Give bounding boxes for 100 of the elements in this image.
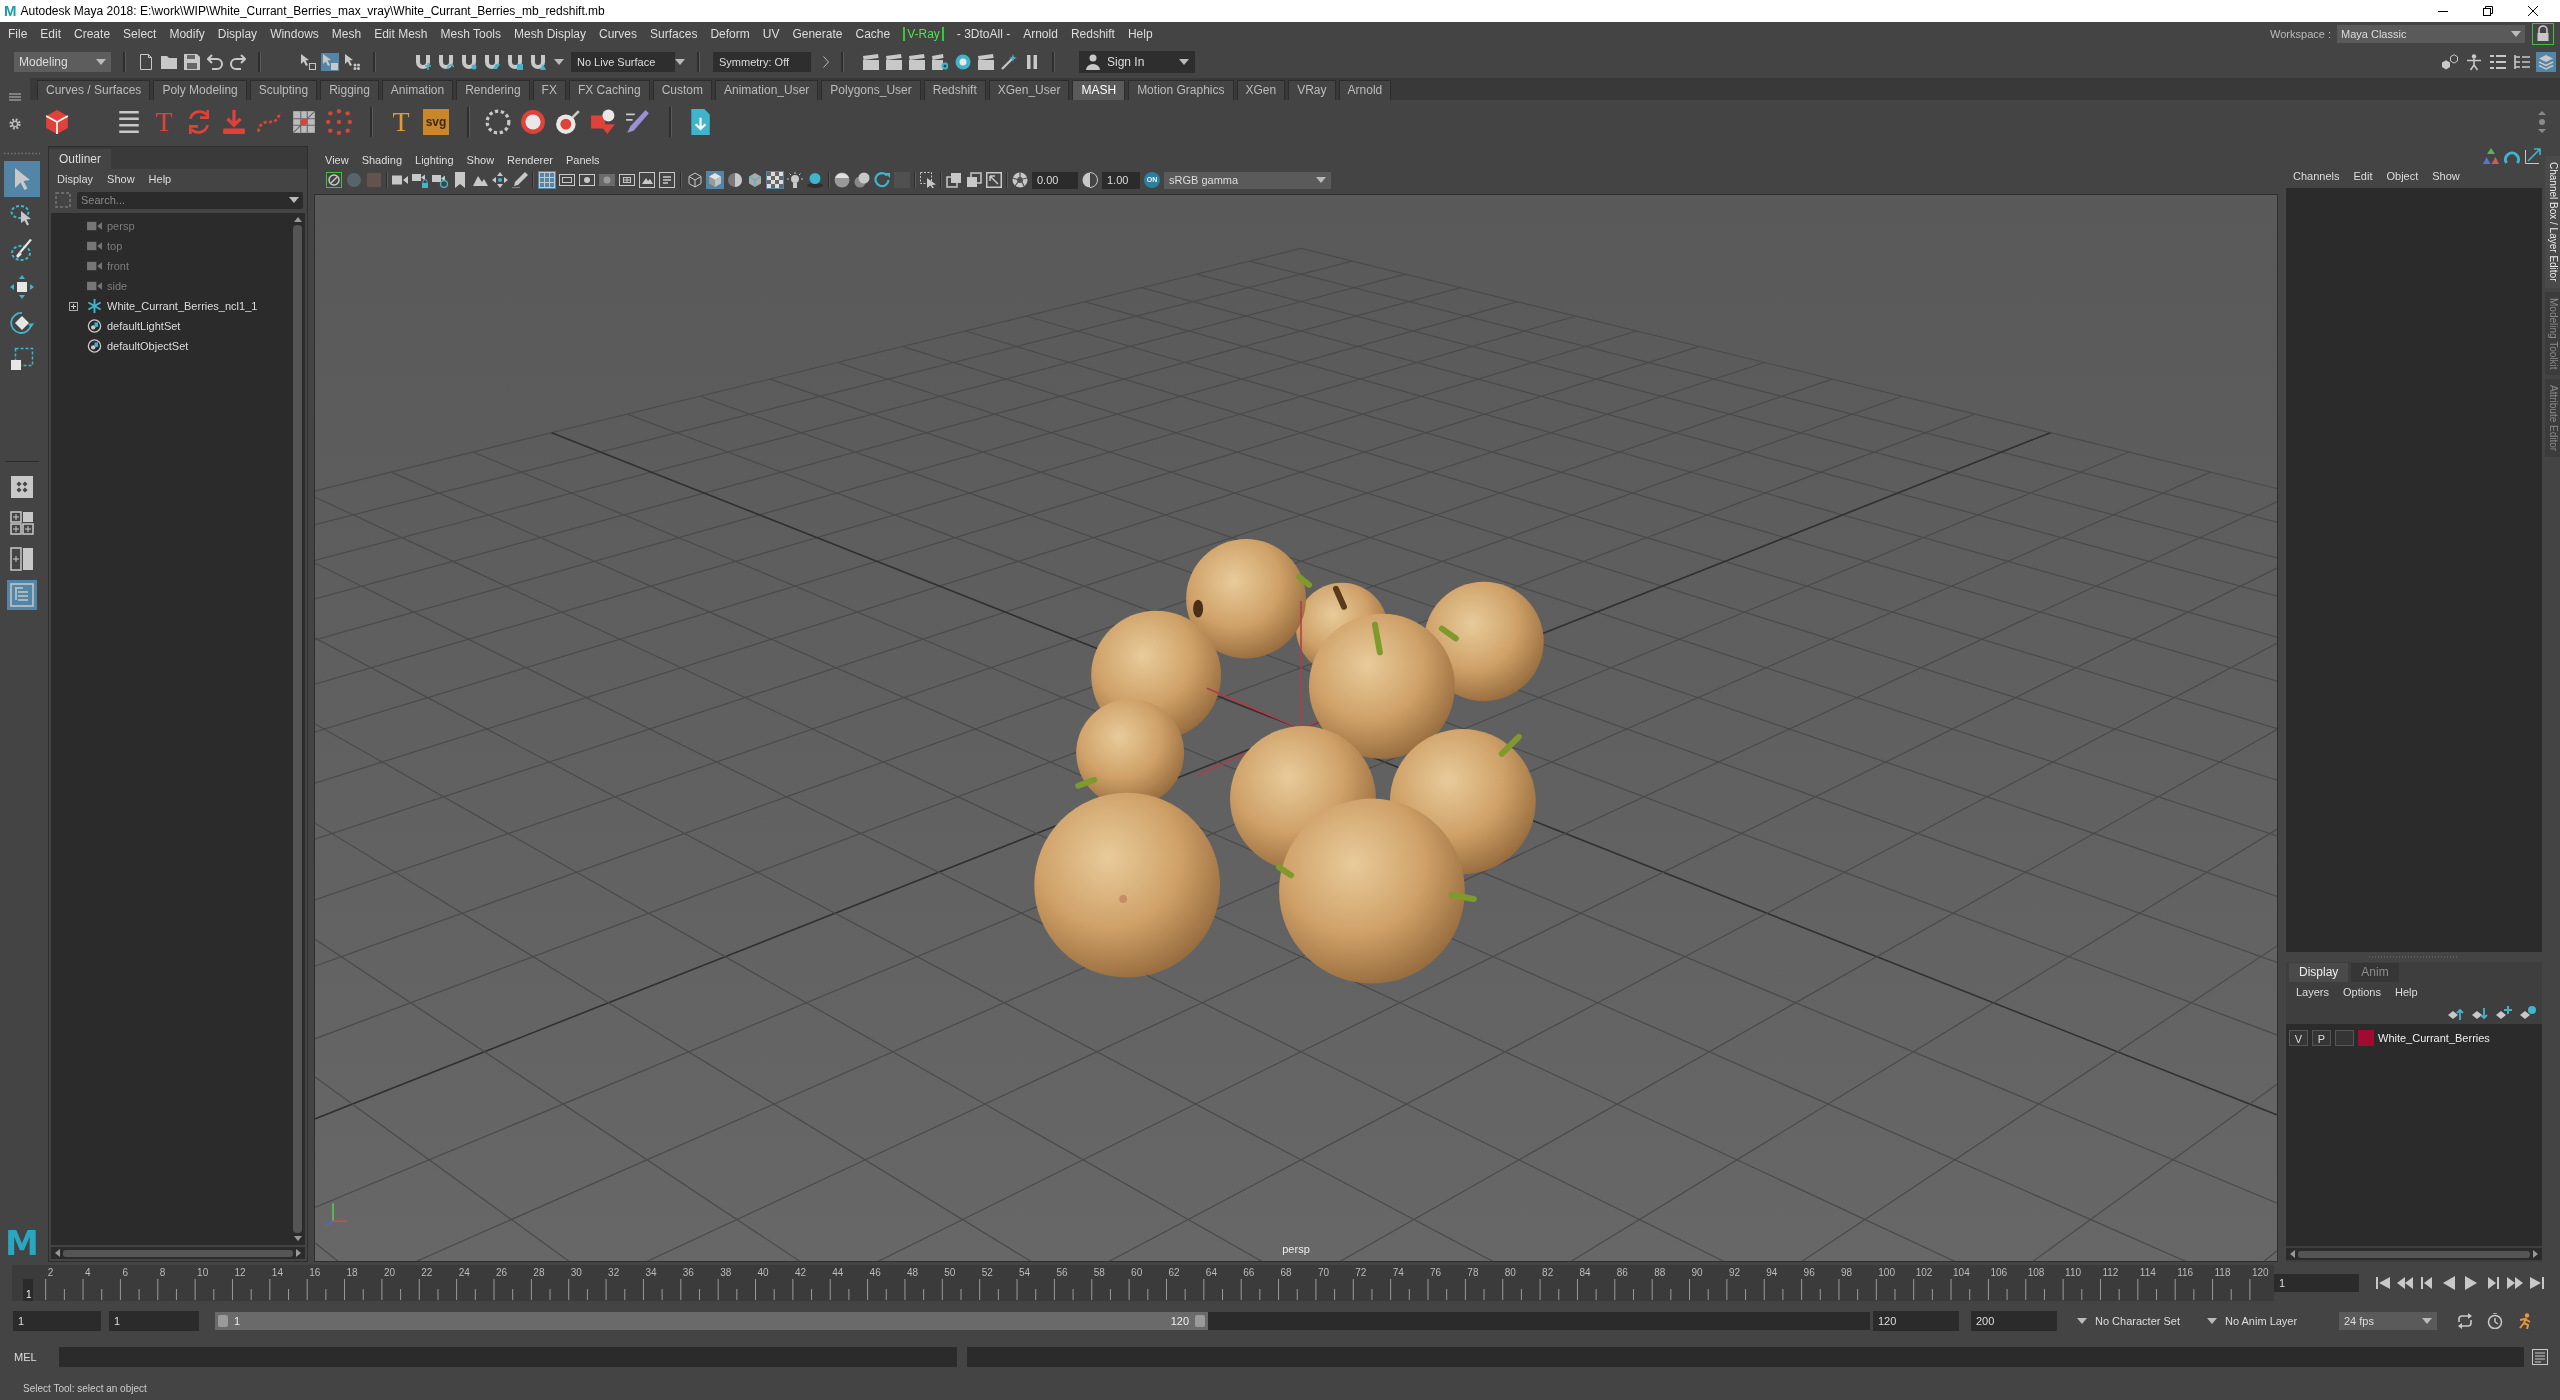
menu-item[interactable]: View xyxy=(325,154,349,166)
scrollbar-thumb[interactable] xyxy=(293,225,302,1233)
dashed-select-arrow-icon[interactable] xyxy=(920,172,936,188)
three-triangles-icon[interactable] xyxy=(2483,148,2499,164)
lock-icon[interactable] xyxy=(2532,23,2554,45)
grid-box-icon[interactable] xyxy=(291,109,317,135)
menu-item[interactable]: Display xyxy=(57,173,94,185)
menu-item[interactable]: Edit xyxy=(2353,170,2373,182)
shaded-cube-icon[interactable] xyxy=(706,171,724,189)
menu-item[interactable]: Curves xyxy=(599,27,638,41)
search-field[interactable]: Search... xyxy=(77,191,285,209)
menu-item[interactable]: Shading xyxy=(361,154,403,166)
scroll-left-icon[interactable] xyxy=(2290,1250,2295,1258)
outliner-item[interactable]: side xyxy=(107,280,128,292)
search-options-button[interactable] xyxy=(285,191,303,209)
checker-icon[interactable] xyxy=(766,171,784,189)
menu-item[interactable]: Deform xyxy=(710,27,750,41)
menu-set-dropdown[interactable]: Modeling xyxy=(14,52,111,72)
layer-editor-tab[interactable]: Anim xyxy=(2351,963,2399,982)
menu-item[interactable]: Show xyxy=(2432,170,2460,182)
overlapping-squares-icon[interactable] xyxy=(946,172,962,188)
menu-item[interactable]: Select xyxy=(123,27,157,41)
scrollbar-thumb[interactable] xyxy=(2298,1250,2530,1258)
shelf-tab[interactable]: FX Caching xyxy=(568,80,650,100)
tree-list-icon[interactable] xyxy=(2512,52,2532,72)
wireframe-cube-icon[interactable] xyxy=(686,171,704,189)
outliner-tab[interactable]: Outliner xyxy=(49,149,112,169)
magnet-icon[interactable] xyxy=(415,54,431,70)
scrollbar-thumb[interactable] xyxy=(63,1249,293,1257)
layout-button[interactable] xyxy=(7,508,37,538)
menu-item[interactable]: File xyxy=(8,27,28,41)
scroll-up-icon[interactable] xyxy=(293,217,302,222)
scroll-right-icon[interactable] xyxy=(2533,1250,2538,1258)
step-forward-key-icon[interactable] xyxy=(2507,1275,2523,1291)
play-backward-icon[interactable] xyxy=(2441,1275,2457,1291)
play-icon[interactable] xyxy=(2463,1275,2479,1291)
dots-icon[interactable] xyxy=(326,109,352,135)
range-slider-track[interactable]: 1 120 xyxy=(215,1312,1870,1330)
side-tab[interactable]: Channel Box / Layer Editor xyxy=(2545,156,2560,288)
ring-icon[interactable] xyxy=(520,109,546,135)
clapperboard-icon[interactable] xyxy=(863,54,879,70)
menu-item[interactable]: Help xyxy=(148,173,172,185)
outliner-item[interactable]: defaultObjectSet xyxy=(107,340,189,352)
diamond-dot-icon[interactable] xyxy=(2520,1005,2536,1021)
current-frame-marker[interactable]: 1 xyxy=(23,1279,33,1301)
language-toggle[interactable]: MEL xyxy=(14,1351,54,1363)
letter-t-icon[interactable]: T xyxy=(388,109,414,135)
menu-item[interactable]: Mesh Display xyxy=(514,27,587,41)
shelf-tab[interactable]: Rigging xyxy=(320,80,379,100)
menu-item[interactable]: Object xyxy=(2386,170,2419,182)
menu-item[interactable]: Cache xyxy=(855,27,891,41)
magnet-icon[interactable] xyxy=(507,54,523,70)
layer-color-swatch[interactable] xyxy=(2358,1030,2374,1046)
menu-item[interactable]: Panels xyxy=(565,154,600,166)
fps-dropdown[interactable]: 24 fps xyxy=(2339,1312,2437,1330)
menu-item[interactable]: Redshift xyxy=(1070,27,1115,41)
pause-icon[interactable] xyxy=(1024,54,1040,70)
menu-item[interactable]: Show xyxy=(466,154,495,166)
layer-editor-tab[interactable]: Display xyxy=(2289,963,2349,982)
menu-item[interactable]: Layers xyxy=(2296,986,2330,998)
sphere-shadow-icon[interactable] xyxy=(806,171,824,189)
scroll-down-icon[interactable] xyxy=(293,1236,302,1241)
sphere-icon[interactable] xyxy=(834,172,850,188)
menu-item[interactable]: Show xyxy=(107,173,135,185)
caret-icon[interactable] xyxy=(675,59,685,65)
text-lines-icon[interactable] xyxy=(658,171,676,189)
command-input[interactable] xyxy=(59,1347,957,1367)
clapperboard-icon[interactable] xyxy=(886,54,902,70)
character-set-dropdown[interactable]: No Character Set xyxy=(2077,1315,2201,1327)
square-arrow-icon[interactable] xyxy=(986,172,1002,188)
bomb-icon[interactable] xyxy=(555,109,581,135)
menu-item[interactable]: Lighting xyxy=(415,154,454,166)
script-editor-icon[interactable] xyxy=(2532,1349,2548,1365)
workspace-dropdown[interactable]: Maya Classic xyxy=(2337,25,2525,43)
magnet-icon[interactable] xyxy=(438,54,454,70)
current-frame-field[interactable]: 1 xyxy=(2274,1274,2359,1292)
half-filled-circle-icon[interactable] xyxy=(1082,172,1098,188)
clapperboard-icon[interactable] xyxy=(909,54,925,70)
magnet-icon[interactable] xyxy=(484,54,500,70)
shelf-tab[interactable]: MASH xyxy=(1072,80,1126,100)
menu-item[interactable]: Modify xyxy=(169,27,205,41)
symmetry-dropdown[interactable]: Symmetry: Off xyxy=(713,52,811,72)
menu-item[interactable]: Help xyxy=(1127,27,1153,41)
ring-icon[interactable] xyxy=(955,54,971,70)
picture-frame-icon[interactable] xyxy=(638,171,656,189)
skip-to-end-icon[interactable] xyxy=(2529,1275,2545,1291)
menu-item[interactable]: V-Ray xyxy=(903,27,944,41)
two-cubes-icon[interactable] xyxy=(2440,52,2460,72)
brush-icon[interactable] xyxy=(625,109,651,135)
slider-handle[interactable] xyxy=(218,1315,228,1327)
redo-icon[interactable] xyxy=(230,54,246,70)
menu-item[interactable]: UV xyxy=(762,27,780,41)
scroll-arrows-icon[interactable] xyxy=(2537,110,2547,134)
horizontal-scrollbar[interactable] xyxy=(51,1247,305,1259)
shelf-tab[interactable]: Animation_User xyxy=(714,80,819,100)
menu-item[interactable]: Mesh xyxy=(331,27,362,41)
menu-item[interactable]: Create xyxy=(74,27,111,41)
menu-item[interactable]: Mesh Tools xyxy=(440,27,501,41)
magnet-icon[interactable] xyxy=(530,54,546,70)
aperture-icon[interactable] xyxy=(1012,172,1028,188)
